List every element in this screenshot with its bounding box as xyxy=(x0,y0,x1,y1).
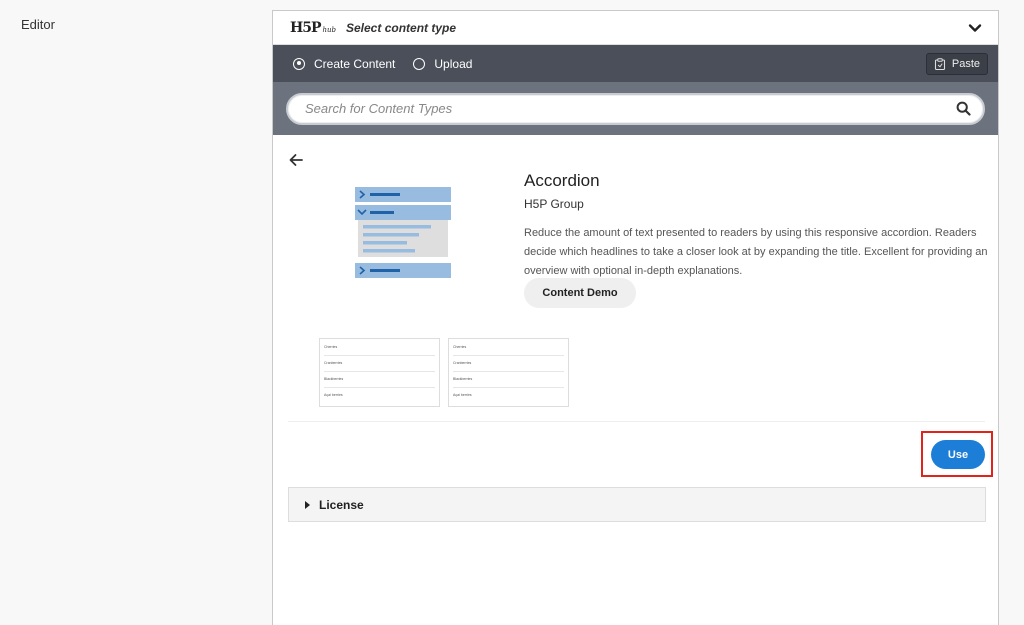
screenshot-divider xyxy=(324,355,435,356)
search-bar xyxy=(273,82,998,135)
license-label: License xyxy=(319,497,364,512)
tab-upload-label: Upload xyxy=(434,56,473,71)
section-divider xyxy=(288,421,985,422)
paste-label: Paste xyxy=(951,57,980,70)
screenshot-divider xyxy=(453,355,564,356)
screenshot-item: Blackberries xyxy=(324,377,344,381)
tab-create-label: Create Content xyxy=(314,56,396,71)
use-button[interactable]: Use xyxy=(931,440,985,469)
hub-title: Select content type xyxy=(346,20,457,35)
search-input[interactable] xyxy=(305,101,956,116)
back-arrow-icon[interactable] xyxy=(288,152,304,168)
screenshot-thumbnail[interactable]: Cherries Cranberries Blackberries Açaí b… xyxy=(319,338,440,407)
tab-bar: Create Content Upload Paste xyxy=(273,45,998,82)
search-icon[interactable] xyxy=(956,101,971,116)
content-demo-button[interactable]: Content Demo xyxy=(524,278,636,308)
screenshot-divider xyxy=(324,387,435,388)
screenshot-item: Cranberries xyxy=(324,361,343,365)
screenshot-item: Açaí berries xyxy=(453,393,472,397)
content-type-detail: Accordion H5P Group Reduce the amount of… xyxy=(273,135,998,615)
tab-upload[interactable]: Upload xyxy=(413,57,472,71)
editor-label: Editor xyxy=(21,17,55,32)
h5p-logo-sub: hub xyxy=(322,25,337,34)
radio-unselected-icon xyxy=(413,57,426,70)
h5p-hub-logo: H5P hub xyxy=(290,20,336,36)
screenshot-item: Açaí berries xyxy=(324,393,343,397)
paste-button[interactable]: Paste xyxy=(925,52,988,75)
search-box xyxy=(286,92,985,125)
content-type-description: Reduce the amount of text presented to r… xyxy=(524,227,988,277)
tab-create-content[interactable]: Create Content xyxy=(293,57,395,71)
hub-header[interactable]: H5P hub Select content type xyxy=(273,11,998,45)
screenshot-divider xyxy=(453,387,564,388)
clipboard-icon xyxy=(934,57,945,70)
screenshot-item: Cherries xyxy=(453,345,467,349)
caret-right-icon xyxy=(305,500,310,509)
screenshot-item: Blackberries xyxy=(453,377,473,381)
content-type-owner: H5P Group xyxy=(524,197,584,211)
screenshot-item: Cranberries xyxy=(453,361,472,365)
page: Editor H5P hub Select content type Creat… xyxy=(0,0,1024,625)
content-type-title: Accordion xyxy=(524,171,600,190)
screenshot-divider xyxy=(324,371,435,372)
screenshot-divider xyxy=(453,371,564,372)
license-toggle[interactable]: License xyxy=(288,487,986,522)
screenshot-item: Cherries xyxy=(324,345,338,349)
h5p-hub-panel: H5P hub Select content type Create Conte… xyxy=(272,10,999,625)
accordion-illustration-icon xyxy=(355,187,451,278)
h5p-logo-text: H5P xyxy=(290,19,321,36)
chevron-down-icon[interactable] xyxy=(968,21,982,35)
radio-selected-icon xyxy=(293,57,305,70)
screenshot-thumbnail[interactable]: Cherries Cranberries Blackberries Açaí b… xyxy=(448,338,569,407)
